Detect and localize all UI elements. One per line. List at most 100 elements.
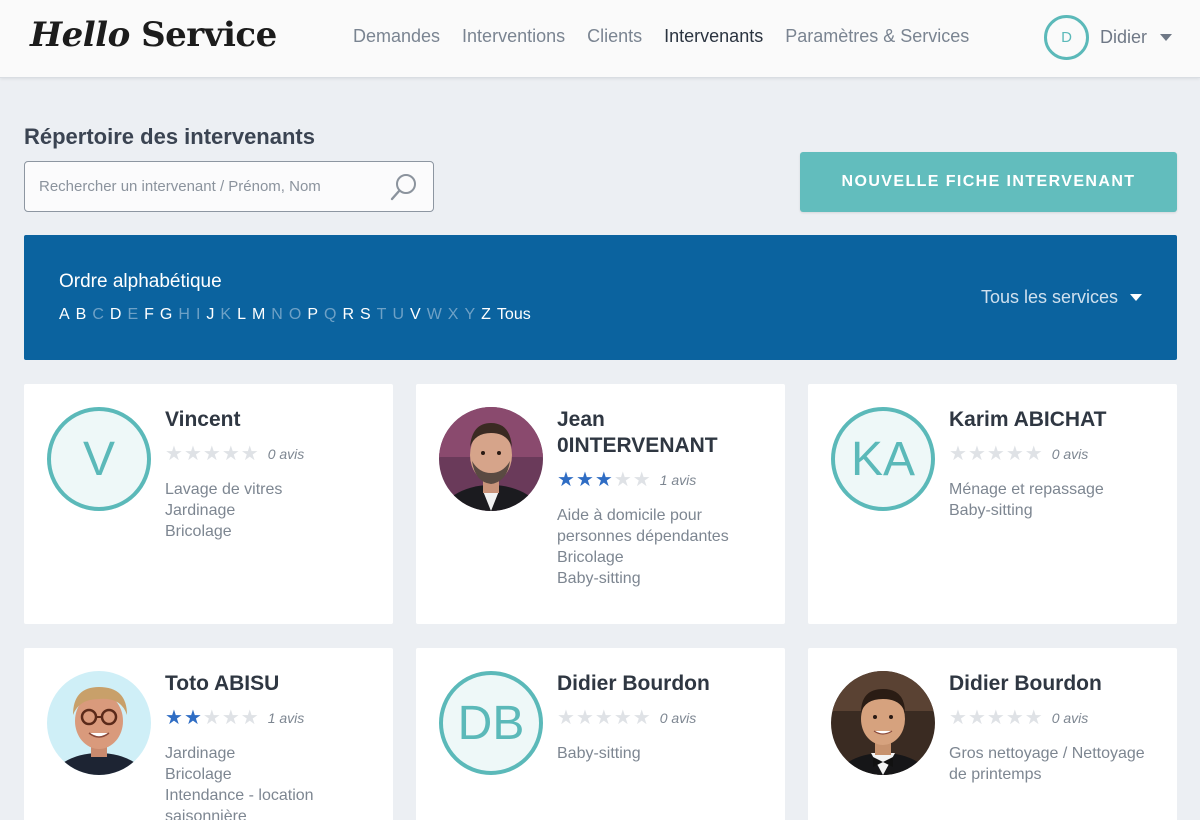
main-nav: Demandes Interventions Clients Intervena…	[353, 26, 991, 47]
chevron-down-icon[interactable]	[1130, 294, 1142, 301]
star-icon: ★	[1024, 443, 1043, 465]
intervenant-card[interactable]: KA Karim ABICHAT ★ ★ ★ ★ ★ 0 avis Ménage et r…	[808, 384, 1177, 624]
alphabet-letter[interactable]: P	[307, 306, 318, 324]
alphabet-letter[interactable]: M	[252, 306, 265, 324]
alphabet-letter[interactable]: H	[178, 306, 190, 324]
service-select[interactable]: Tous les services	[981, 287, 1142, 308]
search-input[interactable]	[39, 162, 379, 211]
service-list: Lavage de vitres Jardinage Bricolage	[165, 479, 380, 542]
alphabet-letter[interactable]: E	[127, 306, 138, 324]
alphabet-letter[interactable]: F	[144, 306, 154, 324]
filter-title: Ordre alphabétique	[59, 271, 222, 292]
alphabet-letter[interactable]: G	[160, 306, 172, 324]
alphabet-letter[interactable]: B	[76, 306, 87, 324]
alphabet-letter[interactable]: Y	[464, 306, 475, 324]
alphabet-letter[interactable]: S	[360, 306, 371, 324]
rating: ★ ★ ★ ★ ★ 1 avis	[165, 708, 304, 728]
star-icon: ★	[183, 443, 202, 465]
intervenant-card[interactable]: V Vincent ★ ★ ★ ★ ★ 0 avis Lavage de vitres Ja…	[24, 384, 393, 624]
nav-demandes[interactable]: Demandes	[353, 26, 440, 47]
intervenant-name[interactable]: Didier Bourdon	[949, 671, 1159, 697]
star-icon: ★	[967, 707, 986, 729]
service-item: Baby-sitting	[557, 745, 641, 762]
alphabet-letter[interactable]: C	[92, 306, 104, 324]
alphabet-letter[interactable]: I	[196, 306, 200, 324]
review-count[interactable]: 1 avis	[660, 472, 697, 488]
alphabet-letter[interactable]: W	[427, 306, 442, 324]
service-list: Gros nettoyage / Nettoyage de printemps	[949, 743, 1164, 785]
chevron-down-icon[interactable]	[1160, 34, 1173, 41]
star-icon: ★	[594, 469, 613, 491]
nav-clients[interactable]: Clients	[587, 26, 642, 47]
search-box[interactable]	[24, 161, 434, 212]
alphabet-letter[interactable]: A	[59, 306, 70, 324]
alphabet-letter[interactable]: Q	[324, 306, 336, 324]
star-icon: ★	[632, 469, 651, 491]
star-icon: ★	[575, 469, 594, 491]
user-menu[interactable]: D Didier	[1044, 15, 1173, 60]
intervenant-name[interactable]: Karim ABICHAT	[949, 407, 1159, 433]
nav-intervenants[interactable]: Intervenants	[664, 26, 763, 47]
logo-word-hello: Hello	[30, 15, 130, 55]
rating: ★ ★ ★ ★ ★ 0 avis	[949, 708, 1088, 728]
service-item: Bricolage	[165, 766, 232, 783]
search-icon[interactable]	[389, 172, 419, 202]
alphabet-letter[interactable]: O	[289, 306, 301, 324]
star-icon: ★	[1005, 443, 1024, 465]
star-icon: ★	[949, 707, 967, 729]
man-beard-portrait-icon	[439, 407, 543, 511]
user-avatar[interactable]: D	[1044, 15, 1089, 60]
star-icon: ★	[986, 443, 1005, 465]
star-icon: ★	[949, 443, 967, 465]
intervenant-name[interactable]: Didier Bourdon	[557, 671, 767, 697]
star-icon: ★	[165, 707, 183, 729]
alphabet-letter[interactable]: D	[110, 306, 122, 324]
alphabet-letter[interactable]: R	[342, 306, 354, 324]
service-item: Bricolage	[165, 523, 232, 540]
service-item: Jardinage	[165, 745, 236, 762]
service-item: Intendance - location saisonnière	[165, 787, 314, 820]
star-icon: ★	[202, 707, 221, 729]
star-icon: ★	[594, 707, 613, 729]
review-count[interactable]: 0 avis	[1052, 710, 1089, 726]
rating: ★ ★ ★ ★ ★ 0 avis	[949, 444, 1088, 464]
alphabet-letter[interactable]: J	[206, 306, 214, 324]
service-select-value[interactable]: Tous les services	[981, 287, 1118, 308]
review-count[interactable]: 0 avis	[1052, 446, 1089, 462]
intervenant-name[interactable]: Jean 0INTERVENANT	[557, 407, 767, 459]
review-count[interactable]: 0 avis	[268, 446, 305, 462]
alphabet-letter[interactable]: U	[392, 306, 404, 324]
alphabet-letter[interactable]: X	[448, 306, 459, 324]
intervenant-name[interactable]: Toto ABISU	[165, 671, 375, 697]
nav-interventions[interactable]: Interventions	[462, 26, 565, 47]
alphabet-letter[interactable]: Z	[481, 306, 491, 324]
intervenant-card[interactable]: Didier Bourdon ★ ★ ★ ★ ★ 0 avis Gros nettoyag…	[808, 648, 1177, 820]
rating: ★ ★ ★ ★ ★ 1 avis	[557, 470, 696, 490]
intervenant-card[interactable]: DB Didier Bourdon ★ ★ ★ ★ ★ 0 avis Baby-sitti…	[416, 648, 785, 820]
user-name[interactable]: Didier	[1100, 27, 1147, 48]
alphabet-letter[interactable]: K	[220, 306, 231, 324]
initials-avatar: V	[47, 407, 151, 511]
alphabet-letter[interactable]: Tous	[497, 306, 531, 324]
review-count[interactable]: 0 avis	[660, 710, 697, 726]
nav-parametres-services[interactable]: Paramètres & Services	[785, 26, 969, 47]
star-icon: ★	[240, 707, 259, 729]
logo-word-service: Service	[141, 15, 277, 55]
alphabet-letter[interactable]: T	[377, 306, 387, 324]
service-list: Jardinage Bricolage Intendance - location …	[165, 743, 380, 820]
logo[interactable]: Hello Service	[30, 15, 277, 55]
new-intervenant-button[interactable]: NOUVELLE FICHE INTERVENANT	[800, 152, 1177, 212]
alphabet-letter[interactable]: L	[237, 306, 246, 324]
review-count[interactable]: 1 avis	[268, 710, 305, 726]
star-icon: ★	[183, 707, 202, 729]
filter-panel: Ordre alphabétique ABCDEFGHIJKLMNOPQRSTU…	[24, 235, 1177, 360]
intervenant-card[interactable]: Jean 0INTERVENANT ★ ★ ★ ★ ★ 1 avis Aide à dom…	[416, 384, 785, 624]
alphabet-letter[interactable]: N	[271, 306, 283, 324]
alphabet-letter[interactable]: V	[410, 306, 421, 324]
intervenant-card[interactable]: Toto ABISU ★ ★ ★ ★ ★ 1 avis Jardinage Bricolag…	[24, 648, 393, 820]
service-list: Aide à domicile pour personnes dépendant…	[557, 505, 772, 589]
intervenant-name[interactable]: Vincent	[165, 407, 375, 433]
alphabet-filter: A B C D E F G H I J K L M N O P Q R S T U V W X Y Z Tous	[59, 306, 537, 324]
service-item: Baby-sitting	[949, 502, 1033, 519]
star-icon: ★	[240, 443, 259, 465]
